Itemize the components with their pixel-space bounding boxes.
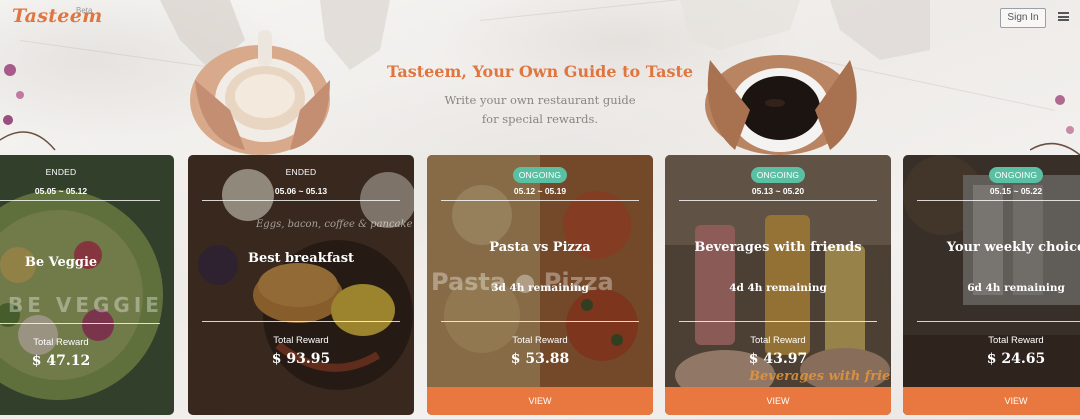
campaign-card[interactable]: Pasta ● Pizza ONGOING 05.12 ~ 05.19 Past… bbox=[427, 155, 653, 415]
divider bbox=[202, 200, 400, 201]
date-range: 05.05 ~ 05.12 bbox=[34, 186, 88, 196]
beta-badge: Beta bbox=[76, 6, 93, 15]
reward-label: Total Reward bbox=[988, 335, 1044, 346]
divider bbox=[917, 200, 1080, 201]
status-label: ONGOING bbox=[988, 167, 1044, 183]
photo-caption: Beverages with friends bbox=[749, 369, 891, 384]
card-title: Be Veggie bbox=[24, 255, 98, 270]
hero-title: Tasteem, Your Own Guide to Taste bbox=[386, 62, 694, 81]
date-range: 05.15 ~ 05.22 bbox=[989, 186, 1043, 196]
divider bbox=[202, 321, 400, 322]
time-remaining: 4d 4h remaining bbox=[729, 282, 827, 294]
divider bbox=[917, 321, 1080, 322]
sign-in-button[interactable]: Sign In bbox=[1000, 8, 1046, 28]
hero-subtitle-line2: for special rewards. bbox=[481, 112, 599, 126]
divider bbox=[0, 323, 160, 324]
campaign-card[interactable]: Beverages with friends ONGOING 05.13 ~ 0… bbox=[665, 155, 891, 415]
divider bbox=[441, 200, 639, 201]
date-range: 05.13 ~ 05.20 bbox=[751, 186, 805, 196]
campaign-card[interactable]: BE VEGGIE ENDED 05.05 ~ 05.12 Be Veggie … bbox=[0, 155, 174, 415]
view-button[interactable]: VIEW bbox=[427, 387, 653, 415]
hero-subtitle-line1: Write your own restaurant guide bbox=[444, 93, 636, 107]
card-title: Your weekly choice bbox=[946, 240, 1080, 255]
time-remaining: 6d 4h remaining bbox=[967, 282, 1065, 294]
reward-label: Total Reward bbox=[33, 337, 89, 348]
card-title: Best breakfast bbox=[247, 251, 355, 266]
view-button[interactable]: VIEW bbox=[903, 387, 1080, 415]
status-badge: ONGOING bbox=[427, 167, 653, 183]
card-title: Beverages with friends bbox=[694, 240, 862, 255]
divider bbox=[679, 200, 877, 201]
reward-value: $ 53.88 bbox=[510, 351, 570, 367]
status-badge: ONGOING bbox=[665, 167, 891, 183]
reward-value: $ 93.95 bbox=[271, 351, 331, 367]
campaign-card[interactable]: Eggs, bacon, coffee & pancake ENDED 05.0… bbox=[188, 155, 414, 415]
reward-value: $ 24.65 bbox=[986, 351, 1046, 367]
reward-value: $ 47.12 bbox=[31, 353, 91, 369]
status-badge: ENDED bbox=[45, 167, 77, 177]
view-button[interactable]: VIEW bbox=[665, 387, 891, 415]
campaign-card[interactable]: ONGOING 05.15 ~ 05.22 Your weekly choice… bbox=[903, 155, 1080, 415]
card-title: Pasta vs Pizza bbox=[489, 240, 591, 255]
time-remaining: 3d 4h remaining bbox=[491, 282, 589, 294]
photo-caption: Eggs, bacon, coffee & pancake bbox=[256, 219, 413, 230]
status-badge: ENDED bbox=[285, 167, 317, 177]
reward-label: Total Reward bbox=[750, 335, 806, 346]
divider bbox=[0, 200, 160, 201]
status-label: ONGOING bbox=[750, 167, 806, 183]
status-label: ONGOING bbox=[512, 167, 568, 183]
status-badge: ONGOING bbox=[903, 167, 1080, 183]
photo-caption: BE VEGGIE bbox=[8, 293, 163, 317]
date-range: 05.12 ~ 05.19 bbox=[513, 186, 567, 196]
reward-value: $ 43.97 bbox=[748, 351, 808, 367]
reward-label: Total Reward bbox=[273, 335, 329, 346]
date-range: 05.06 ~ 05.13 bbox=[274, 186, 328, 196]
divider bbox=[679, 321, 877, 322]
hamburger-menu-icon[interactable] bbox=[1058, 12, 1069, 21]
divider bbox=[441, 321, 639, 322]
reward-label: Total Reward bbox=[512, 335, 568, 346]
